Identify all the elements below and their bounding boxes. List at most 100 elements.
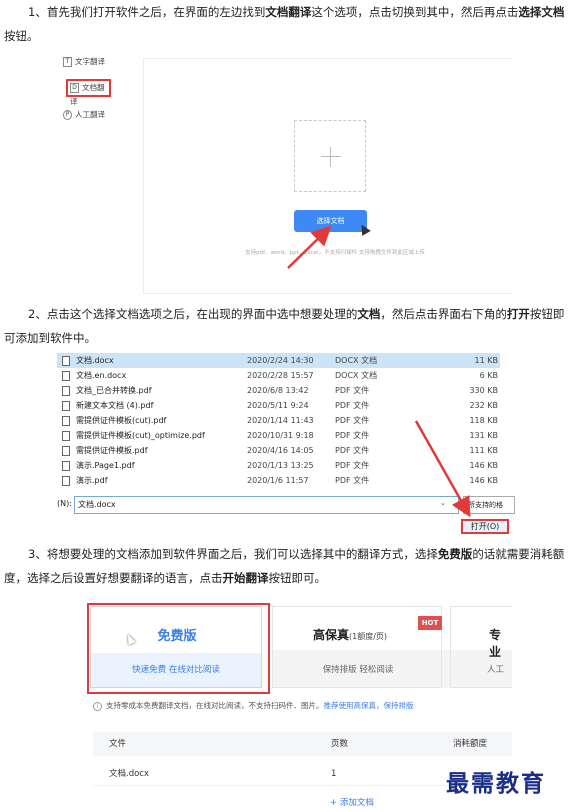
step2-paragraph: 2、点击这个选择文档选项之后，在出现的界面中选中想要处理的文档，然后点击界面右下…: [4, 302, 566, 350]
file-date: 2020/10/31 9:18: [247, 431, 314, 440]
tier-desc: 人工: [487, 665, 505, 675]
text-icon: T: [63, 57, 72, 67]
file-name: 新建文本文档 (4).pdf: [76, 401, 154, 410]
person-icon: P: [63, 110, 72, 120]
file-date: 2020/1/14 11:43: [247, 416, 314, 425]
file-row[interactable]: 需提供证件模板(cut)_optimize.pdf 2020/10/31 9:1…: [57, 428, 500, 443]
file-type: DOCX 文档: [335, 371, 378, 380]
filename-bar: (N): 文档.docx ⌄ 所支持的格: [57, 496, 515, 516]
file-row[interactable]: 文档.en.docx 2020/2/28 15:57 DOCX 文档 6 KB: [57, 368, 500, 383]
tier-name: 专业: [489, 628, 502, 659]
file-date: 2020/2/28 15:57: [247, 371, 314, 380]
file-date: 2020/1/13 13:25: [247, 461, 314, 470]
column-header: 消耗额度: [453, 739, 488, 749]
file-size: 146 KB: [469, 476, 498, 485]
file-icon: [62, 401, 70, 411]
file-icon: [62, 371, 70, 381]
file-icon: [62, 461, 70, 471]
tier-high-fidelity[interactable]: 高保真(1额度/页) 保持排版 轻松阅读: [272, 606, 442, 688]
file-icon: [62, 446, 70, 456]
sidebar-item-text-translate[interactable]: T 文字翻译: [63, 53, 135, 71]
select-document-button[interactable]: 选择文档: [294, 210, 367, 232]
file-row[interactable]: 文档_已合并转换.pdf 2020/6/8 13:42 PDF 文件 330 K…: [57, 383, 500, 398]
file-row[interactable]: 需提供证件模板(cut).pdf 2020/1/14 11:43 PDF 文件 …: [57, 413, 500, 428]
step1-part: 这个选项，点击切换到其中，然后再点击: [311, 5, 519, 19]
file-date: 2020/4/16 14:05: [247, 446, 314, 455]
plus-icon: [321, 156, 341, 157]
filename-label: (N):: [57, 499, 72, 508]
file-size: 131 KB: [469, 431, 498, 440]
file-type: PDF 文件: [335, 446, 370, 455]
add-document-link[interactable]: + 添加文档: [330, 796, 374, 808]
file-type: PDF 文件: [335, 431, 370, 440]
step3-part-bold: 开始翻译: [222, 571, 269, 585]
cell-pages: 1: [331, 769, 337, 779]
file-size: 6 KB: [479, 371, 498, 380]
file-row[interactable]: 演示.Page1.pdf 2020/1/13 13:25 PDF 文件 146 …: [57, 458, 500, 473]
file-date: 2020/6/8 13:42: [247, 386, 309, 395]
step3-part-bold: 免费版: [437, 547, 473, 561]
file-type: PDF 文件: [335, 416, 370, 425]
notice-bar: i 支持零成本免费翻译文档，在线对比阅读，不支持扫码件、图片。推荐使用高保真，保持…: [93, 700, 513, 711]
open-button[interactable]: 打开(O): [461, 519, 509, 534]
file-size: 146 KB: [469, 461, 498, 470]
file-row[interactable]: 新建文本文档 (4).pdf 2020/5/11 9:24 PDF 文件 232…: [57, 398, 500, 413]
sidebar-item-human-translate[interactable]: P 人工翻译: [63, 106, 135, 124]
step3-paragraph: 3、将想要处理的文档添加到软件界面之后，我们可以选择其中的翻译方式，选择免费版的…: [4, 542, 566, 590]
notice-text: 支持零成本免费翻译文档，在线对比阅读，不支持扫码件、图片。: [106, 701, 324, 710]
cell-file: 文档.docx: [109, 769, 150, 779]
column-header: 文件: [109, 739, 127, 749]
step2-part: ，然后点击界面右下角的: [380, 307, 507, 321]
step2-part-bold: 打开: [506, 307, 530, 321]
sidebar-item-label: 人工翻译: [75, 110, 105, 119]
tier-cost: (1额度/页): [349, 632, 388, 641]
tier-name: 高保真(1额度/页): [313, 626, 387, 643]
upload-hint: 支持pdf、word、ppt、excel，不支持扫描件 支持拖拽文件到此区域上传: [245, 250, 425, 256]
upload-panel: 选择文档 支持pdf、word、ppt、excel，不支持扫描件 支持拖拽文件到…: [143, 58, 512, 294]
file-name: 需提供证件模板(cut).pdf: [76, 416, 167, 425]
file-type-filter[interactable]: 所支持的格: [463, 496, 515, 514]
plus-icon: [330, 147, 331, 167]
file-icon: [62, 476, 70, 486]
filename-input[interactable]: 文档.docx: [74, 496, 459, 514]
file-row[interactable]: 文档.docx 2020/2/24 14:30 DOCX 文档 11 KB: [57, 353, 500, 368]
file-date: 2020/5/11 9:24: [247, 401, 309, 410]
sidebar: T 文字翻译 D 文档翻译 P 人工翻译: [57, 48, 137, 294]
file-row[interactable]: 演示.pdf 2020/1/6 11:57 PDF 文件 146 KB: [57, 473, 500, 488]
file-date: 2020/2/24 14:30: [247, 356, 314, 365]
file-name: 文档.en.docx: [76, 371, 127, 380]
file-name: 文档_已合并转换.pdf: [76, 386, 152, 395]
file-size: 111 KB: [469, 446, 498, 455]
file-icon: [62, 416, 70, 426]
file-name: 需提供证件模板(cut)_optimize.pdf: [76, 431, 205, 440]
info-icon: i: [93, 702, 102, 711]
document-icon: D: [70, 83, 79, 93]
file-name: 演示.pdf: [76, 476, 108, 485]
step1-part-bold: 选择文档: [518, 5, 565, 19]
notice-link[interactable]: 推荐使用高保真，保持排版: [324, 701, 414, 710]
file-size: 11 KB: [474, 356, 498, 365]
file-type: PDF 文件: [335, 401, 370, 410]
sidebar-item-label: 文字翻译: [75, 57, 105, 66]
chevron-down-icon[interactable]: ⌄: [440, 499, 446, 507]
file-name: 演示.Page1.pdf: [76, 461, 135, 470]
sidebar-item-doc-translate[interactable]: D 文档翻译: [66, 79, 111, 106]
file-date: 2020/1/6 11:57: [247, 476, 309, 485]
drop-zone[interactable]: [294, 120, 366, 192]
tier-professional[interactable]: 专业 人工: [450, 606, 512, 688]
step3-part: 3、将想要处理的文档添加到软件界面之后，我们可以选择其中的翻译方式，选择: [28, 547, 438, 561]
hot-badge: HOT: [418, 616, 442, 630]
file-icon: [62, 431, 70, 441]
step3-part: 按钮即可。: [268, 571, 327, 585]
file-icon: [62, 356, 70, 366]
file-row[interactable]: 需提供证件模板.pdf 2020/4/16 14:05 PDF 文件 111 K…: [57, 443, 500, 458]
screenshot-file-dialog: 文档.docx 2020/2/24 14:30 DOCX 文档 11 KB 文档…: [57, 350, 515, 536]
step2-part-bold: 文档: [357, 307, 381, 321]
column-header: 页数: [331, 739, 349, 749]
step1-part-bold: 文档翻译: [265, 5, 312, 19]
file-type: PDF 文件: [335, 461, 370, 470]
tier-name-text: 高保真: [313, 628, 350, 642]
file-size: 330 KB: [469, 386, 498, 395]
step1-part: 按钮。: [4, 29, 39, 43]
step1-part: 1、首先我们打开软件之后，在界面的左边找到: [28, 5, 266, 19]
